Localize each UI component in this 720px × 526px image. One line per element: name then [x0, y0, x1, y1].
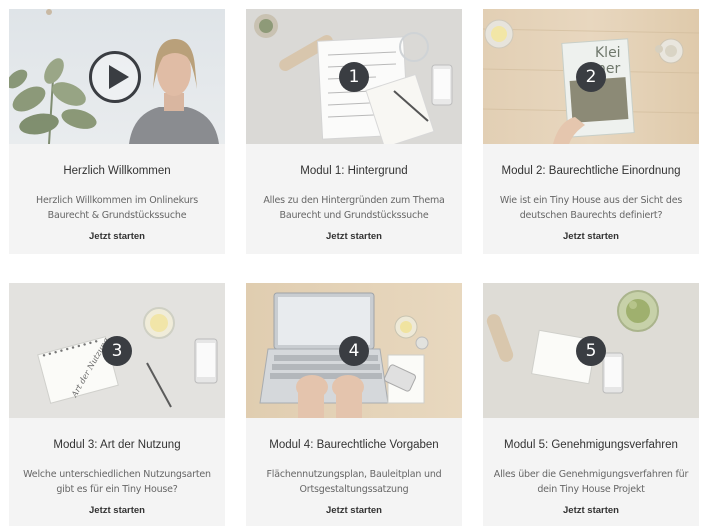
card-description: Welche unterschiedlichen Nutzungsarten g… [9, 467, 225, 497]
card-title: Modul 4: Baurechtliche Vorgaben [269, 439, 439, 451]
start-button[interactable]: Jetzt starten [326, 231, 382, 242]
card-title: Modul 1: Hintergrund [300, 165, 408, 177]
start-button[interactable]: Jetzt starten [326, 505, 382, 516]
card-title: Herzlich Willkommen [63, 165, 171, 177]
card-description-line: Herzlich Willkommen im Onlinekurs [36, 195, 198, 206]
welcome-video-thumbnail[interactable] [9, 9, 225, 144]
module-1-thumbnail[interactable]: 1 [246, 9, 462, 144]
card-description-line: Alles über die Genehmigungsverfahren für [493, 469, 689, 480]
module-number-badge: 1 [339, 62, 369, 92]
module-5-thumbnail[interactable]: 5 [483, 283, 699, 418]
module-number-badge: 4 [339, 336, 369, 366]
card-description-line: Wie ist ein Tiny House aus der Sicht des [499, 195, 683, 206]
module-card-2: Klei ner 2 Modul 2: Baurechtliche Einord… [483, 9, 699, 254]
card-title: Modul 2: Baurechtliche Einordnung [501, 165, 681, 177]
start-button[interactable]: Jetzt starten [89, 231, 145, 242]
card-description-line: Flächennutzungsplan, Bauleitplan und [266, 469, 442, 480]
card-body: Modul 4: Baurechtliche Vorgaben Flächenn… [246, 418, 462, 526]
card-description-line: dein Tiny House Projekt [537, 484, 645, 495]
card-description: Wie ist ein Tiny House aus der Sicht des… [483, 193, 699, 223]
module-number-badge: 3 [102, 336, 132, 366]
play-icon[interactable] [89, 51, 141, 103]
card-description-line: Ortsgestaltungssatzung [299, 484, 409, 495]
start-button[interactable]: Jetzt starten [563, 505, 619, 516]
module-2-thumbnail[interactable]: Klei ner 2 [483, 9, 699, 144]
module-4-thumbnail[interactable]: 4 [246, 283, 462, 418]
module-card-3: Art der Nutzung 3 Modul 3: Art der Nutzu… [9, 283, 225, 526]
module-card-1: 1 Modul 1: Hintergrund Alles zu den Hint… [246, 9, 462, 254]
card-body: Modul 1: Hintergrund Alles zu den Hinter… [246, 144, 462, 254]
module-card-welcome: Herzlich Willkommen Herzlich Willkommen … [9, 9, 225, 254]
module-number-badge: 2 [576, 62, 606, 92]
card-description-line: Baurecht & Grundstückssuche [47, 210, 187, 221]
module-card-5: 5 Modul 5: Genehmigungsverfahren Alles ü… [483, 283, 699, 526]
card-description-line: gibt es für ein Tiny House? [56, 484, 178, 495]
card-body: Modul 5: Genehmigungsverfahren Alles übe… [483, 418, 699, 526]
card-description-line: Alles zu den Hintergründen zum Thema [263, 195, 445, 206]
card-body: Modul 3: Art der Nutzung Welche untersch… [9, 418, 225, 526]
start-button[interactable]: Jetzt starten [563, 231, 619, 242]
card-description: Alles über die Genehmigungsverfahren für… [483, 467, 699, 497]
card-description: Flächennutzungsplan, Bauleitplan und Ort… [246, 467, 462, 497]
book-title-text: Klei [595, 45, 621, 61]
start-button[interactable]: Jetzt starten [89, 505, 145, 516]
card-body: Herzlich Willkommen Herzlich Willkommen … [9, 144, 225, 254]
module-number-badge: 5 [576, 336, 606, 366]
module-card-4: 4 Modul 4: Baurechtliche Vorgaben Fläche… [246, 283, 462, 526]
card-description-line: Welche unterschiedlichen Nutzungsarten [23, 469, 211, 480]
card-description: Alles zu den Hintergründen zum Thema Bau… [246, 193, 462, 223]
card-body: Modul 2: Baurechtliche Einordnung Wie is… [483, 144, 699, 254]
card-title: Modul 5: Genehmigungsverfahren [504, 439, 678, 451]
card-description-line: Baurecht und Grundstückssuche [279, 210, 429, 221]
card-description: Herzlich Willkommen im Onlinekurs Baurec… [9, 193, 225, 223]
module-3-thumbnail[interactable]: Art der Nutzung 3 [9, 283, 225, 418]
card-description-line: deutschen Baurechts definiert? [519, 210, 663, 221]
card-title: Modul 3: Art der Nutzung [53, 439, 181, 451]
